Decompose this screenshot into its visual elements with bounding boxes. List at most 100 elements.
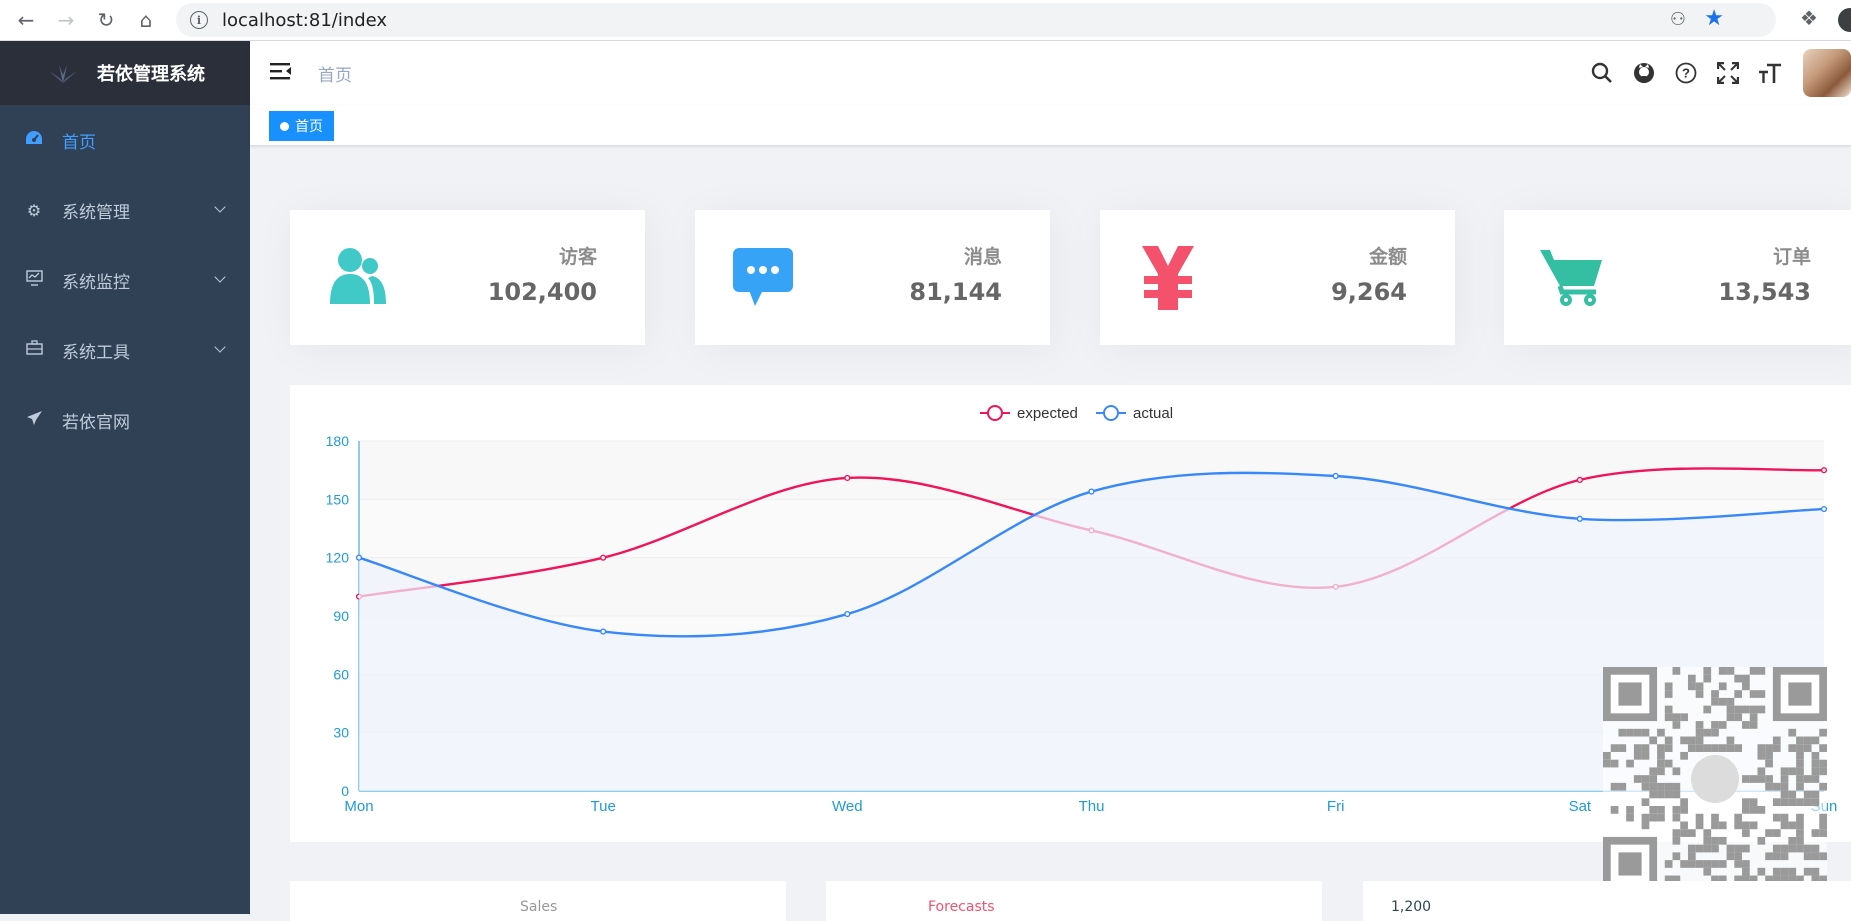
- qr-module: [1765, 759, 1773, 768]
- home-icon[interactable]: ⌂: [126, 3, 166, 37]
- qr-module: [1695, 728, 1704, 737]
- qr-module: [1703, 836, 1712, 845]
- bookmark-star-icon[interactable]: ★: [1704, 6, 1724, 31]
- hamburger-icon[interactable]: [270, 62, 294, 84]
- legend-label: expected: [1017, 405, 1078, 422]
- actual-point: [355, 554, 363, 561]
- qr-module: [1633, 751, 1642, 760]
- sidebar-item-system-management[interactable]: ⚙ 系统管理: [0, 175, 250, 245]
- chevron-down-icon: [214, 341, 226, 353]
- qr-module: [1749, 713, 1758, 722]
- qr-module: [1664, 759, 1673, 768]
- qr-module: [1664, 790, 1673, 799]
- qr-module: [1734, 690, 1743, 698]
- qr-module: [1734, 674, 1743, 683]
- qr-module: [1788, 728, 1797, 737]
- qr-module: [1687, 829, 1696, 837]
- sidebar-item-system-tools[interactable]: 系统工具: [0, 315, 250, 385]
- qr-module: [1796, 782, 1804, 791]
- qr-module: [1811, 852, 1820, 861]
- qr-module: [1672, 813, 1681, 822]
- question-icon[interactable]: ?: [1665, 41, 1707, 105]
- qr-module: [1703, 860, 1712, 868]
- card-value: 9,264: [1331, 278, 1407, 306]
- qr-module: [1718, 667, 1727, 675]
- qr-module: [1603, 751, 1611, 760]
- qr-module: [1796, 813, 1804, 822]
- qr-module: [1734, 713, 1743, 722]
- key-icon[interactable]: ⚇: [1670, 9, 1686, 30]
- qr-module: [1788, 682, 1812, 706]
- qr-module: [1657, 790, 1665, 799]
- browser-profile-icon[interactable]: [1838, 8, 1851, 32]
- github-icon[interactable]: [1623, 41, 1665, 105]
- url-text: localhost:81/index: [222, 9, 388, 31]
- y-tick-label: 180: [326, 433, 350, 449]
- qr-module: [1726, 705, 1735, 714]
- sidebar-item-system-monitor[interactable]: 系统监控: [0, 245, 250, 315]
- qr-module: [1765, 782, 1773, 791]
- qr-module: [1726, 697, 1735, 706]
- gear-icon: ⚙: [26, 200, 42, 220]
- search-icon[interactable]: [1581, 41, 1623, 105]
- svg-text:?: ?: [1682, 66, 1690, 81]
- qr-module: [1796, 744, 1804, 752]
- qr-module: [1680, 806, 1688, 814]
- card-value: 102,400: [487, 278, 597, 306]
- qr-module: [1664, 860, 1673, 868]
- qr-module: [1772, 813, 1781, 822]
- qr-module: [1757, 744, 1766, 752]
- qr-module: [1757, 667, 1766, 675]
- qr-module: [1811, 759, 1820, 768]
- qr-module: [1687, 744, 1696, 752]
- qr-module: [1695, 721, 1704, 729]
- qr-module: [1672, 836, 1681, 845]
- tag-home[interactable]: 首页: [269, 111, 334, 141]
- qr-module: [1742, 844, 1750, 853]
- qr-module: [1657, 813, 1665, 822]
- card-visitors[interactable]: 访客 102,400: [290, 210, 645, 345]
- qr-code-overlay[interactable]: [1603, 667, 1827, 891]
- qr-module: [1803, 775, 1812, 783]
- sidebar-item-official-site[interactable]: 若依官网: [0, 385, 250, 455]
- site-info-icon[interactable]: i: [190, 11, 208, 29]
- y-tick-label: 60: [333, 666, 349, 682]
- back-icon[interactable]: ←: [6, 3, 46, 37]
- sidebar-item-home[interactable]: 首页: [0, 105, 250, 175]
- card-money[interactable]: 金额 9,264: [1100, 210, 1455, 345]
- qr-module: [1742, 705, 1750, 714]
- qr-module: [1695, 690, 1704, 698]
- card-orders[interactable]: 订单 13,543: [1504, 210, 1851, 345]
- address-bar[interactable]: i localhost:81/index ⚇ ★: [176, 3, 1776, 37]
- sidebar-item-label: 系统工具: [62, 342, 130, 363]
- qr-module: [1726, 744, 1735, 752]
- qr-module: [1680, 829, 1688, 837]
- qr-module: [1664, 705, 1673, 714]
- qr-module: [1649, 775, 1658, 783]
- reload-icon[interactable]: ↻: [86, 3, 126, 37]
- sales-legend: Sales: [520, 899, 558, 915]
- user-avatar[interactable]: [1803, 49, 1851, 97]
- forward-icon[interactable]: →: [46, 3, 86, 37]
- qr-module: [1680, 798, 1688, 807]
- app-title: 若依管理系统: [97, 64, 205, 85]
- qr-module: [1734, 813, 1743, 822]
- extensions-icon[interactable]: ❖: [1800, 6, 1818, 30]
- qr-module: [1788, 867, 1797, 876]
- qr-module: [1695, 682, 1704, 691]
- qr-module: [1811, 867, 1820, 876]
- qr-module: [1811, 798, 1820, 807]
- card-messages[interactable]: 消息 81,144: [695, 210, 1050, 345]
- font-size-icon[interactable]: [1749, 41, 1791, 105]
- breadcrumb[interactable]: 首页: [318, 61, 352, 86]
- y-tick-label: 30: [333, 725, 349, 741]
- qr-module: [1780, 775, 1789, 783]
- qr-module: [1633, 775, 1642, 783]
- card-label: 访客: [558, 246, 597, 268]
- fullscreen-icon[interactable]: [1707, 41, 1749, 105]
- qr-module: [1726, 713, 1735, 722]
- qr-module: [1641, 821, 1650, 830]
- qr-module: [1742, 798, 1750, 807]
- logo-bar: 若依管理系统: [0, 41, 250, 105]
- qr-module: [1796, 844, 1804, 853]
